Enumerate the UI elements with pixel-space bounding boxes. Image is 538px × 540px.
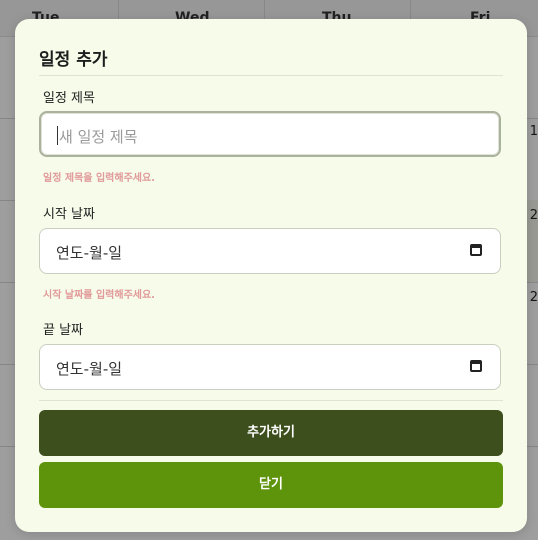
end-date-input[interactable]: 연도-월-일 bbox=[39, 344, 501, 390]
event-title-error: 일정 제목을 입력해주세요. bbox=[43, 173, 155, 184]
add-event-button[interactable]: 추가하기 bbox=[39, 410, 503, 456]
start-date-value: 연도-월-일 bbox=[56, 244, 123, 262]
start-date-input[interactable]: 연도-월-일 bbox=[39, 228, 501, 274]
start-date-error: 시작 날짜를 입력해주세요. bbox=[43, 290, 155, 301]
event-title-label: 일정 제목 bbox=[43, 91, 95, 106]
start-date-label: 시작 날짜 bbox=[43, 207, 95, 222]
modal-title: 일정 추가 bbox=[39, 50, 108, 70]
add-event-modal: 일정 추가 일정 제목 새 일정 제목 일정 제목을 입력해주세요. 시작 날짜… bbox=[15, 19, 527, 532]
end-date-label: 끝 날짜 bbox=[43, 323, 84, 338]
calendar-icon[interactable] bbox=[470, 360, 482, 372]
divider bbox=[39, 400, 503, 401]
text-caret bbox=[57, 126, 58, 145]
end-date-value: 연도-월-일 bbox=[56, 360, 123, 378]
divider bbox=[39, 75, 503, 76]
close-button[interactable]: 닫기 bbox=[39, 462, 503, 508]
event-title-input[interactable]: 새 일정 제목 bbox=[39, 111, 501, 157]
calendar-icon[interactable] bbox=[470, 244, 482, 256]
event-title-placeholder: 새 일정 제목 bbox=[59, 128, 138, 146]
